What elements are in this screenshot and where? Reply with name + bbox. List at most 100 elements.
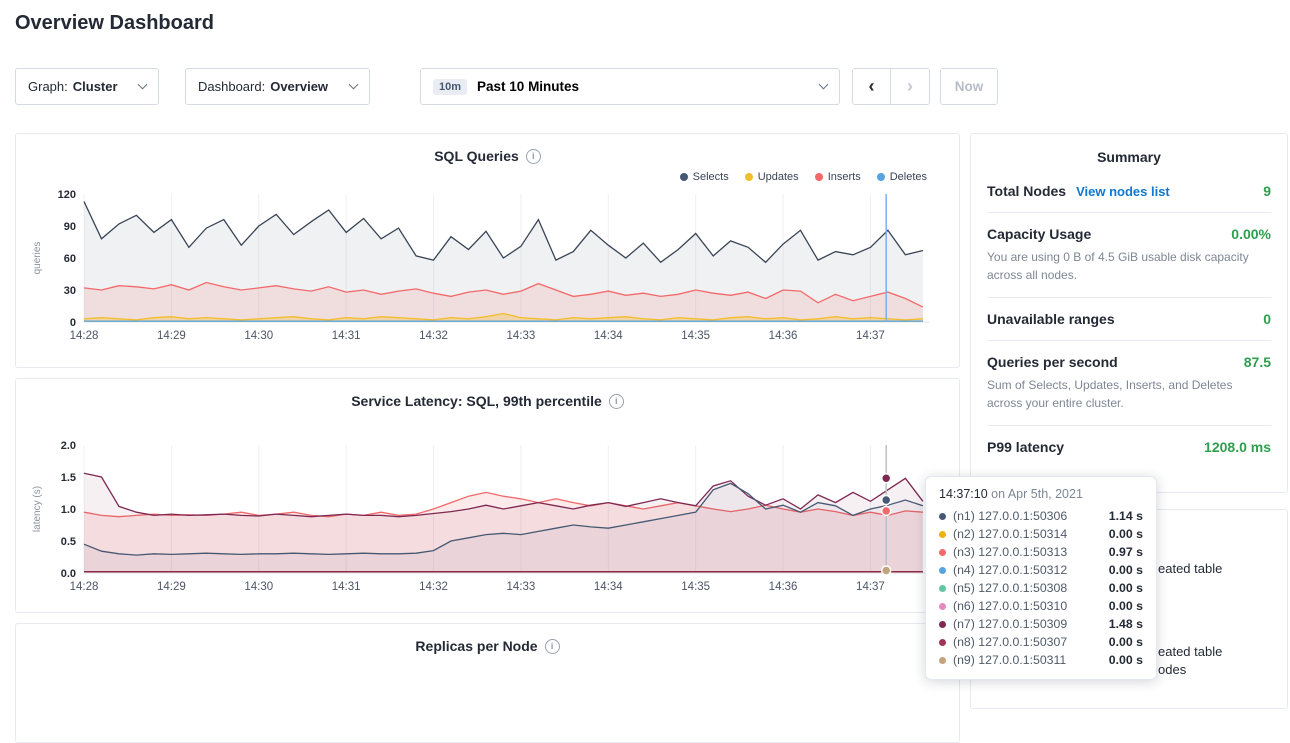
service-latency-title-row: Service Latency: SQL, 99th percentile i	[16, 379, 959, 409]
event-item[interactable]: eated table	[1158, 561, 1222, 576]
view-nodes-list-link[interactable]: View nodes list	[1076, 184, 1170, 199]
svg-text:14:32: 14:32	[419, 330, 448, 342]
time-nav-group: ‹ ›	[852, 68, 930, 105]
event-item[interactable]: odes	[1158, 662, 1186, 677]
svg-text:30: 30	[64, 285, 76, 297]
node-latency-value: 0.00 s	[1109, 563, 1143, 577]
legend-item-deletes[interactable]: Deletes	[877, 170, 927, 184]
time-range-badge: 10m	[433, 79, 467, 95]
svg-text:14:33: 14:33	[507, 330, 536, 342]
summary-unavailable-row: Unavailable ranges 0	[987, 298, 1271, 341]
sql-queries-chart[interactable]: 14:2814:2914:3014:3114:3214:3314:3414:35…	[24, 186, 959, 359]
svg-text:14:34: 14:34	[594, 330, 623, 342]
sql-queries-panel: SQL Queries i Selects Updates Inserts Delet…	[15, 133, 960, 368]
legend-label: Deletes	[890, 171, 927, 183]
replicas-title: Replicas per Node	[415, 638, 537, 654]
svg-text:14:29: 14:29	[157, 581, 186, 593]
node-address: (n2) 127.0.0.1:50314	[953, 527, 1067, 541]
qps-desc: Sum of Selects, Updates, Inserts, and De…	[987, 376, 1271, 412]
node-latency-value: 1.48 s	[1109, 617, 1143, 631]
graph-dropdown[interactable]: Graph: Cluster	[15, 68, 159, 105]
svg-text:1.0: 1.0	[61, 504, 76, 516]
svg-text:90: 90	[64, 221, 76, 233]
replicas-title-row: Replicas per Node i	[16, 624, 959, 654]
node-address: (n7) 127.0.0.1:50309	[953, 617, 1067, 631]
legend-item-selects[interactable]: Selects	[680, 170, 729, 184]
node-color-dot	[939, 567, 946, 574]
summary-total-nodes-row: Total Nodes View nodes list 9	[987, 170, 1271, 213]
unavailable-ranges-value: 0	[1263, 311, 1271, 327]
replicas-per-node-panel: Replicas per Node i	[15, 623, 960, 743]
legend-label: Updates	[758, 171, 799, 183]
capacity-desc: You are using 0 B of 4.5 GiB usable disk…	[987, 248, 1271, 284]
info-icon[interactable]: i	[545, 639, 560, 654]
info-icon[interactable]: i	[526, 149, 541, 164]
svg-text:120: 120	[58, 189, 76, 201]
dashboard-dropdown[interactable]: Dashboard: Overview	[185, 68, 370, 105]
unavailable-ranges-label: Unavailable ranges	[987, 311, 1115, 327]
capacity-value: 0.00%	[1231, 226, 1271, 242]
graph-dropdown-label: Graph:	[28, 79, 68, 94]
svg-text:2.0: 2.0	[61, 440, 76, 452]
svg-text:0.0: 0.0	[61, 568, 76, 580]
svg-text:14:35: 14:35	[681, 330, 710, 342]
node-address: (n4) 127.0.0.1:50312	[953, 563, 1067, 577]
sql-queries-title: SQL Queries	[434, 148, 519, 164]
page-title: Overview Dashboard	[15, 12, 214, 35]
event-item[interactable]: eated table	[1158, 644, 1222, 659]
tooltip-time: 14:37:10	[939, 487, 988, 501]
tooltip-node-row: (n9) 127.0.0.1:503110.00 s	[939, 651, 1143, 669]
svg-text:14:35: 14:35	[681, 581, 710, 593]
sql-queries-title-row: SQL Queries i	[16, 134, 959, 164]
service-latency-panel: Service Latency: SQL, 99th percentile i …	[15, 378, 960, 613]
p99-latency-value: 1208.0 ms	[1204, 439, 1271, 455]
legend-dot	[680, 173, 688, 181]
node-latency-value: 0.00 s	[1109, 599, 1143, 613]
node-color-dot	[939, 639, 946, 646]
legend-label: Selects	[693, 171, 729, 183]
capacity-label: Capacity Usage	[987, 226, 1091, 242]
sql-queries-legend: Selects Updates Inserts Deletes	[16, 164, 959, 184]
graph-dropdown-value: Cluster	[73, 79, 118, 94]
info-icon[interactable]: i	[609, 394, 624, 409]
node-latency-value: 0.00 s	[1109, 653, 1143, 667]
time-range-selector[interactable]: 10m Past 10 Minutes	[420, 68, 840, 105]
summary-qps-row: Queries per second 87.5 Sum of Selects, …	[987, 341, 1271, 426]
time-range-label: Past 10 Minutes	[477, 79, 579, 94]
tooltip-node-row: (n5) 127.0.0.1:503080.00 s	[939, 579, 1143, 597]
total-nodes-value: 9	[1263, 183, 1271, 199]
svg-text:14:28: 14:28	[70, 330, 99, 342]
tooltip-node-row: (n8) 127.0.0.1:503070.00 s	[939, 633, 1143, 651]
legend-item-updates[interactable]: Updates	[745, 170, 799, 184]
summary-panel: Summary Total Nodes View nodes list 9 Ca…	[970, 133, 1288, 493]
node-color-dot	[939, 513, 946, 520]
tooltip-node-row: (n4) 127.0.0.1:50312 0.00 s	[939, 561, 1143, 579]
node-latency-value: 0.00 s	[1109, 527, 1143, 541]
node-latency-value: 0.97 s	[1109, 545, 1143, 559]
svg-text:14:28: 14:28	[70, 581, 99, 593]
svg-text:0.5: 0.5	[61, 536, 76, 548]
svg-text:0: 0	[70, 317, 76, 329]
now-button[interactable]: Now	[940, 68, 998, 105]
legend-dot	[815, 173, 823, 181]
chevron-down-icon	[819, 80, 829, 90]
chevron-down-icon	[138, 80, 148, 90]
tooltip-node-row: (n7) 127.0.0.1:50309 1.48 s	[939, 615, 1143, 633]
svg-text:14:37: 14:37	[856, 581, 885, 593]
svg-text:14:31: 14:31	[332, 330, 361, 342]
tooltip-node-row: (n2) 127.0.0.1:50314 0.00 s	[939, 525, 1143, 543]
tooltip-node-row: (n1) 127.0.0.1:503061.14 s	[939, 507, 1143, 525]
tooltip-node-list: (n1) 127.0.0.1:503061.14 s(n2) 127.0.0.1…	[939, 507, 1143, 669]
qps-label: Queries per second	[987, 354, 1118, 370]
time-next-button[interactable]: ›	[891, 68, 930, 105]
node-address: (n6) 127.0.0.1:50310	[953, 599, 1067, 613]
tooltip-header: 14:37:10 on Apr 5th, 2021	[939, 487, 1143, 501]
legend-item-inserts[interactable]: Inserts	[815, 170, 861, 184]
node-color-dot	[939, 603, 946, 610]
summary-capacity-row: Capacity Usage 0.00% You are using 0 B o…	[987, 213, 1271, 298]
service-latency-chart[interactable]: 14:2814:2914:3014:3114:3214:3314:3414:35…	[24, 437, 959, 610]
legend-label: Inserts	[828, 171, 861, 183]
time-prev-button[interactable]: ‹	[852, 68, 891, 105]
svg-text:14:33: 14:33	[507, 581, 536, 593]
dashboard-dropdown-value: Overview	[270, 79, 328, 94]
